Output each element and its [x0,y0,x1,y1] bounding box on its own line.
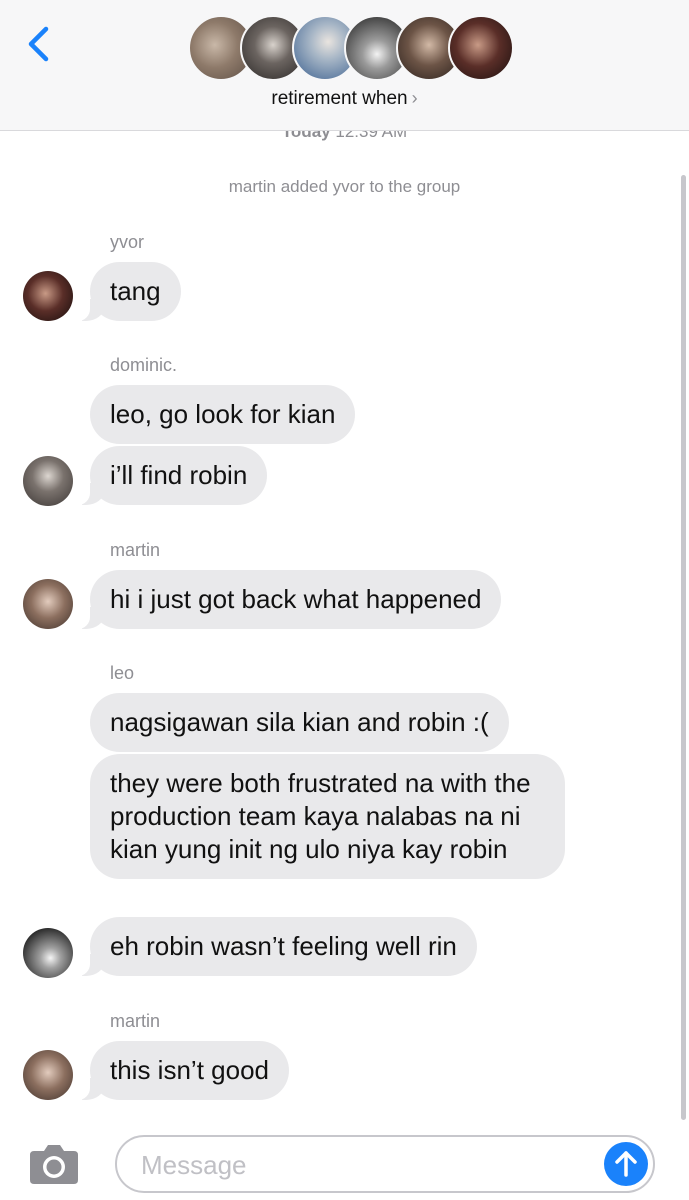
message-bubble[interactable]: nagsigawan sila kian and robin :( [90,693,509,752]
group-name-button[interactable]: retirement when › [0,88,689,110]
message-input-container[interactable] [115,1135,655,1193]
message-bubble[interactable]: eh robin wasn’t feeling well rin [78,917,477,976]
camera-button[interactable] [28,1143,80,1185]
message-input[interactable] [139,1145,583,1185]
chevron-left-icon [28,26,49,62]
sender-avatar-leo[interactable] [23,928,73,978]
arrow-up-icon [615,1151,637,1177]
messages-screen: retirement when › Today 12:39 AM martin a… [0,0,689,1200]
scrollbar[interactable] [681,175,686,1120]
back-button[interactable] [22,24,56,64]
sender-avatar-dominic[interactable] [23,456,73,506]
sender-name: dominic. [110,355,178,375]
conversation-header: retirement when › [0,0,689,131]
sender-avatar-martin[interactable] [23,1050,73,1100]
send-button[interactable] [604,1142,648,1186]
sender-name: martin [110,540,161,560]
message-bubble[interactable]: this isn’t good [78,1041,289,1100]
message-bubble[interactable]: i’ll find robin [77,446,268,505]
message-bubble[interactable]: tang [78,262,181,321]
camera-icon [30,1145,78,1184]
sender-name: leo [110,663,135,683]
member-avatar-6 [448,15,514,81]
sender-avatar-yvor[interactable] [23,271,73,321]
message-bubble[interactable]: they were both frustrated na with the pr… [90,754,565,879]
sender-avatar-martin[interactable] [23,579,73,629]
sender-name: martin [110,1011,161,1031]
sender-name: yvor [110,232,145,252]
chevron-right-icon: › [411,88,418,108]
system-message: martin added yvor to the group [228,177,461,196]
group-name: retirement when [271,88,408,109]
message-bubble[interactable]: leo, go look for kian [90,385,356,444]
message-bubble[interactable]: hi i just got back what happened [77,570,502,629]
